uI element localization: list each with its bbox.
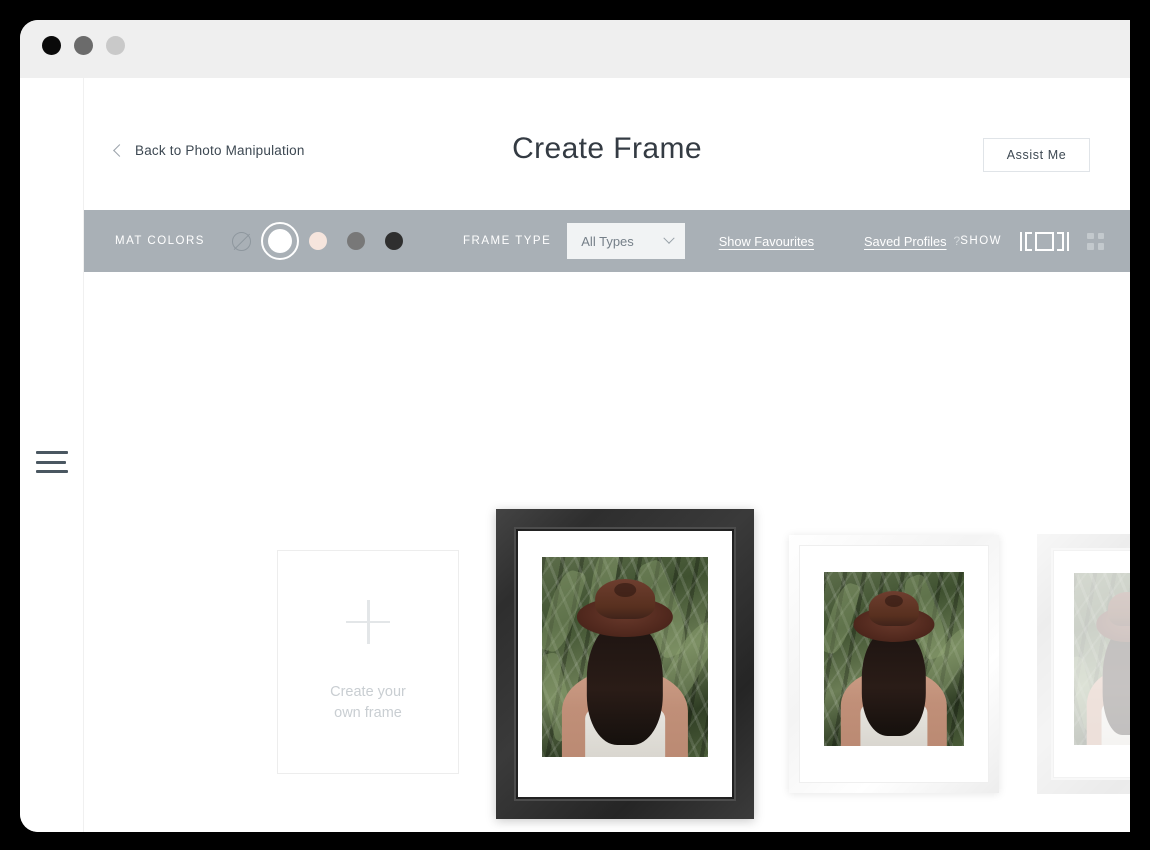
swatch-grey-wrap [337,232,375,250]
frame-moulding-white [789,535,999,793]
grid-view-icon[interactable] [1087,232,1104,250]
show-favourites-link[interactable]: Show Favourites [719,234,814,249]
chevron-down-icon [663,232,675,244]
frame-photo [542,557,708,757]
frame-mat [518,531,732,797]
frame-photo [1074,573,1130,745]
frame-bevel [514,527,736,801]
help-icon[interactable]: ? [954,234,961,248]
frame-card-silver[interactable] [1037,534,1130,794]
close-button[interactable] [42,36,61,55]
window-titlebar [20,20,1130,78]
app-header: Back to Photo Manipulation Create Frame … [84,78,1130,210]
frame-photo [824,572,964,746]
frame-mat [1054,551,1130,777]
create-own-frame-line1: Create your [330,683,406,700]
show-label: SHOW [960,235,1002,247]
single-view-icon[interactable] [1020,231,1069,251]
minimize-button[interactable] [74,36,93,55]
assist-me-button[interactable]: Assist Me [983,138,1090,172]
app-panel: Back to Photo Manipulation Create Frame … [84,78,1130,832]
swatch-cream[interactable] [308,232,327,250]
swatch-charcoal[interactable] [384,232,403,250]
frame-bevel [799,545,989,783]
hamburger-menu-icon[interactable] [36,451,68,473]
view-mode-group: SHOW [960,231,1104,251]
window-controls [42,36,125,55]
frame-card-beamunt[interactable] [496,509,754,819]
create-own-frame-text: Create your own frame [330,682,406,724]
swatch-no-mat-wrap [223,231,261,251]
frame-moulding-silver [1037,534,1130,794]
swatch-no-mat[interactable] [232,231,252,251]
create-own-frame-line2: own frame [334,705,402,721]
mat-color-swatches [223,222,413,260]
assist-me-label: Assist Me [1006,148,1067,162]
swatch-white-fill [267,229,292,253]
page-title: Create Frame [512,132,702,165]
filter-toolbar: MAT COLORS FRAME TYPE All Types Show Fav… [84,210,1130,272]
plus-icon [346,599,390,644]
saved-profiles-link[interactable]: Saved Profiles [864,234,947,249]
mat-colors-label: MAT COLORS [115,235,205,247]
left-rail [20,78,84,832]
frame-card-white[interactable] [789,535,999,793]
frame-type-label: FRAME TYPE [462,235,552,247]
frame-type-value: All Types [581,233,634,249]
frame-type-select[interactable]: All Types [567,223,685,259]
maximize-button[interactable] [106,36,125,55]
frame-bevel [1051,548,1130,780]
frame-moulding-dark [496,509,754,819]
swatch-white[interactable] [260,222,299,260]
create-own-frame-card[interactable]: Create your own frame [277,550,459,774]
swatch-white-wrap [260,222,299,260]
swatch-cream-wrap [299,232,337,250]
gallery-content: Create your own frame [84,272,1130,832]
swatch-grey[interactable] [346,232,365,250]
app-window: Back to Photo Manipulation Create Frame … [20,20,1130,832]
swatch-charcoal-wrap [375,232,413,250]
frame-mat [802,548,986,780]
